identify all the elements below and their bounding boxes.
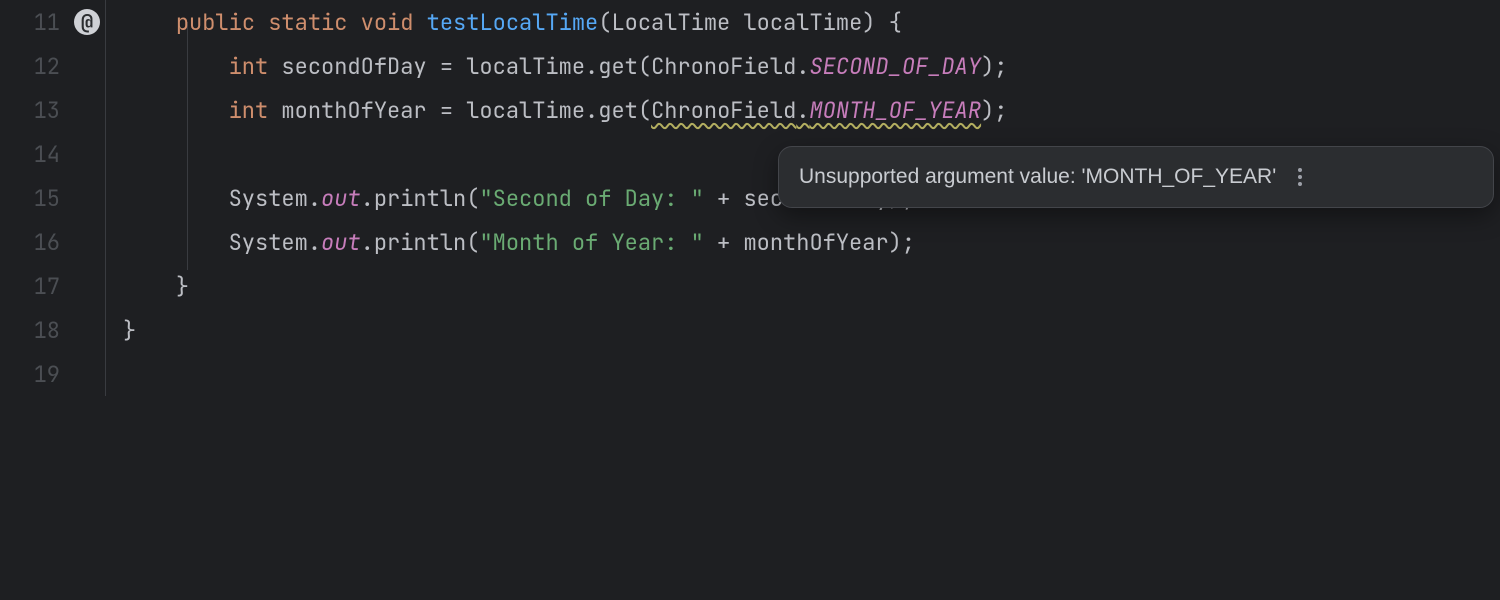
code-line[interactable]: 18 } [0,308,1500,352]
keyword-void: void [361,8,414,37]
code-content[interactable]: int monthOfYear = localTime.get(ChronoFi… [105,96,1007,125]
enum-constant-warning[interactable]: MONTH_OF_YEAR [809,96,981,125]
string-literal: "Month of Year: " [479,228,703,257]
receiver: localTime [466,96,585,125]
code-content[interactable]: public static void testLocalTime(LocalTi… [105,8,902,37]
keyword-int: int [229,96,269,125]
dot: . [308,184,321,213]
code-editor[interactable]: 11 @ public static void testLocalTime(Lo… [0,0,1500,396]
line-number: 14 [0,140,60,169]
dot: . [308,228,321,257]
static-field: out [321,184,361,213]
code-content[interactable]: } [105,316,136,345]
paren-open: ( [638,96,651,125]
line-number: 19 [0,360,60,389]
paren-open: ( [598,8,611,37]
gutter[interactable]: 11 @ [0,8,105,37]
class-ref: System [229,184,308,213]
tooltip-text: Unsupported argument value: 'MONTH_OF_YE… [799,165,1276,189]
variable-ref: monthOfYear [743,228,888,257]
plus-op: + [704,184,744,213]
class-ref: System [229,228,308,257]
dot: . [796,52,809,81]
override-gutter-icon[interactable]: @ [74,9,100,35]
dot: . [585,96,598,125]
paren-open: ( [638,52,651,81]
gutter[interactable]: 16 [0,228,105,257]
dot: . [585,52,598,81]
stmt-tail: ); [889,228,915,257]
code-content[interactable]: } [105,272,189,301]
string-literal: "Second of Day: " [479,184,703,213]
class-ref: ChronoField [651,96,796,125]
more-actions-icon[interactable] [1298,168,1302,186]
gutter[interactable]: 14 [0,140,105,169]
param-type: LocalTime [611,8,730,37]
gutter[interactable]: 15 [0,184,105,213]
brace-close: } [123,316,136,345]
code-line[interactable]: 11 @ public static void testLocalTime(Lo… [0,0,1500,44]
line-number: 17 [0,272,60,301]
method-name: testLocalTime [427,8,599,37]
method-call: get [598,52,638,81]
code-line[interactable]: 13 int monthOfYear = localTime.get(Chron… [0,88,1500,132]
dot: . [361,228,374,257]
dot: . [361,184,374,213]
paren-open: ( [466,184,479,213]
paren-close: ) [862,8,875,37]
enum-constant: SECOND_OF_DAY [809,52,981,81]
gutter[interactable]: 18 [0,316,105,345]
keyword-int: int [229,52,269,81]
line-number: 13 [0,96,60,125]
method-call: println [374,228,466,257]
equals: = [427,96,467,125]
keyword-public: public [176,8,255,37]
brace-open: { [889,8,902,37]
code-line[interactable]: 19 [0,352,1500,396]
code-content[interactable]: int secondOfDay = localTime.get(ChronoFi… [105,52,1007,81]
gutter[interactable]: 17 [0,272,105,301]
stmt-tail: ); [981,96,1007,125]
gutter[interactable]: 19 [0,360,105,389]
line-number: 15 [0,184,60,213]
gutter[interactable]: 13 [0,96,105,125]
dot: . [796,96,809,125]
line-number: 11 [0,8,60,37]
line-number: 18 [0,316,60,345]
equals: = [427,52,467,81]
line-number: 12 [0,52,60,81]
code-line[interactable]: 16 System.out.println("Month of Year: " … [0,220,1500,264]
gutter[interactable]: 12 [0,52,105,81]
keyword-static: static [268,8,347,37]
param-name: localTime [743,8,862,37]
brace-close: } [176,272,189,301]
line-number: 16 [0,228,60,257]
class-ref: ChronoField [651,52,796,81]
code-content[interactable]: System.out.println("Month of Year: " + m… [105,228,915,257]
method-call: get [598,96,638,125]
variable-name: secondOfDay [281,52,426,81]
variable-name: monthOfYear [281,96,426,125]
paren-open: ( [466,228,479,257]
method-call: println [374,184,466,213]
plus-op: + [704,228,744,257]
inspection-tooltip[interactable]: Unsupported argument value: 'MONTH_OF_YE… [778,146,1494,208]
receiver: localTime [466,52,585,81]
code-line[interactable]: 17 } [0,264,1500,308]
code-line[interactable]: 12 int secondOfDay = localTime.get(Chron… [0,44,1500,88]
stmt-tail: ); [981,52,1007,81]
static-field: out [321,228,361,257]
